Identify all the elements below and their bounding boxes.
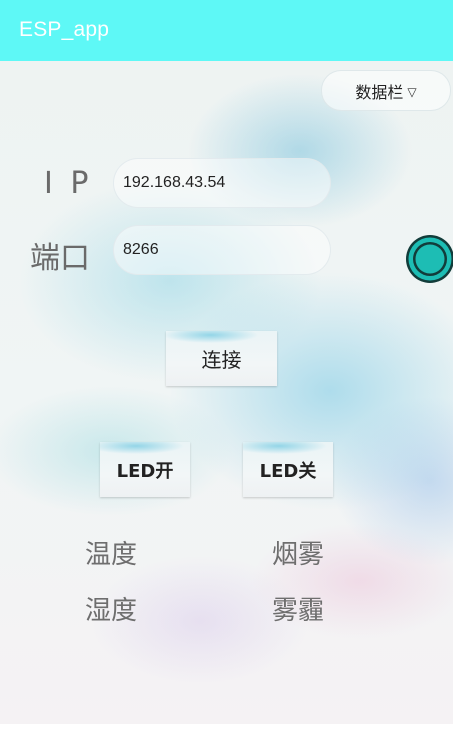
ip-input[interactable] xyxy=(123,159,318,207)
app-title: ESP_app xyxy=(19,18,110,41)
dropdown-arrow-icon: ▽ xyxy=(407,84,417,99)
smoke-label: 烟雾 xyxy=(272,540,325,570)
led-off-label: LED关 xyxy=(259,460,317,482)
connection-status-radio[interactable] xyxy=(403,233,453,285)
humidity-label: 湿度 xyxy=(85,596,138,626)
haze-label: 雾霾 xyxy=(272,596,325,626)
app-bar: ESP_app xyxy=(0,0,453,61)
temperature-label: 温度 xyxy=(85,540,138,570)
led-on-label: LED开 xyxy=(116,460,174,482)
port-label: 端口 xyxy=(30,241,90,276)
ip-label: I P xyxy=(44,166,93,201)
led-off-button[interactable]: LED关 xyxy=(243,442,333,497)
ip-field[interactable] xyxy=(113,158,331,208)
data-panel-dropdown[interactable]: 数据栏 ▽ xyxy=(321,70,451,111)
port-input[interactable] xyxy=(123,226,318,274)
dropdown-label: 数据栏 xyxy=(355,82,404,102)
connect-button-label: 连接 xyxy=(201,348,242,372)
port-field[interactable] xyxy=(113,225,331,275)
led-on-button[interactable]: LED开 xyxy=(100,442,190,497)
bottom-edge xyxy=(0,724,453,729)
connect-button[interactable]: 连接 xyxy=(166,331,277,386)
